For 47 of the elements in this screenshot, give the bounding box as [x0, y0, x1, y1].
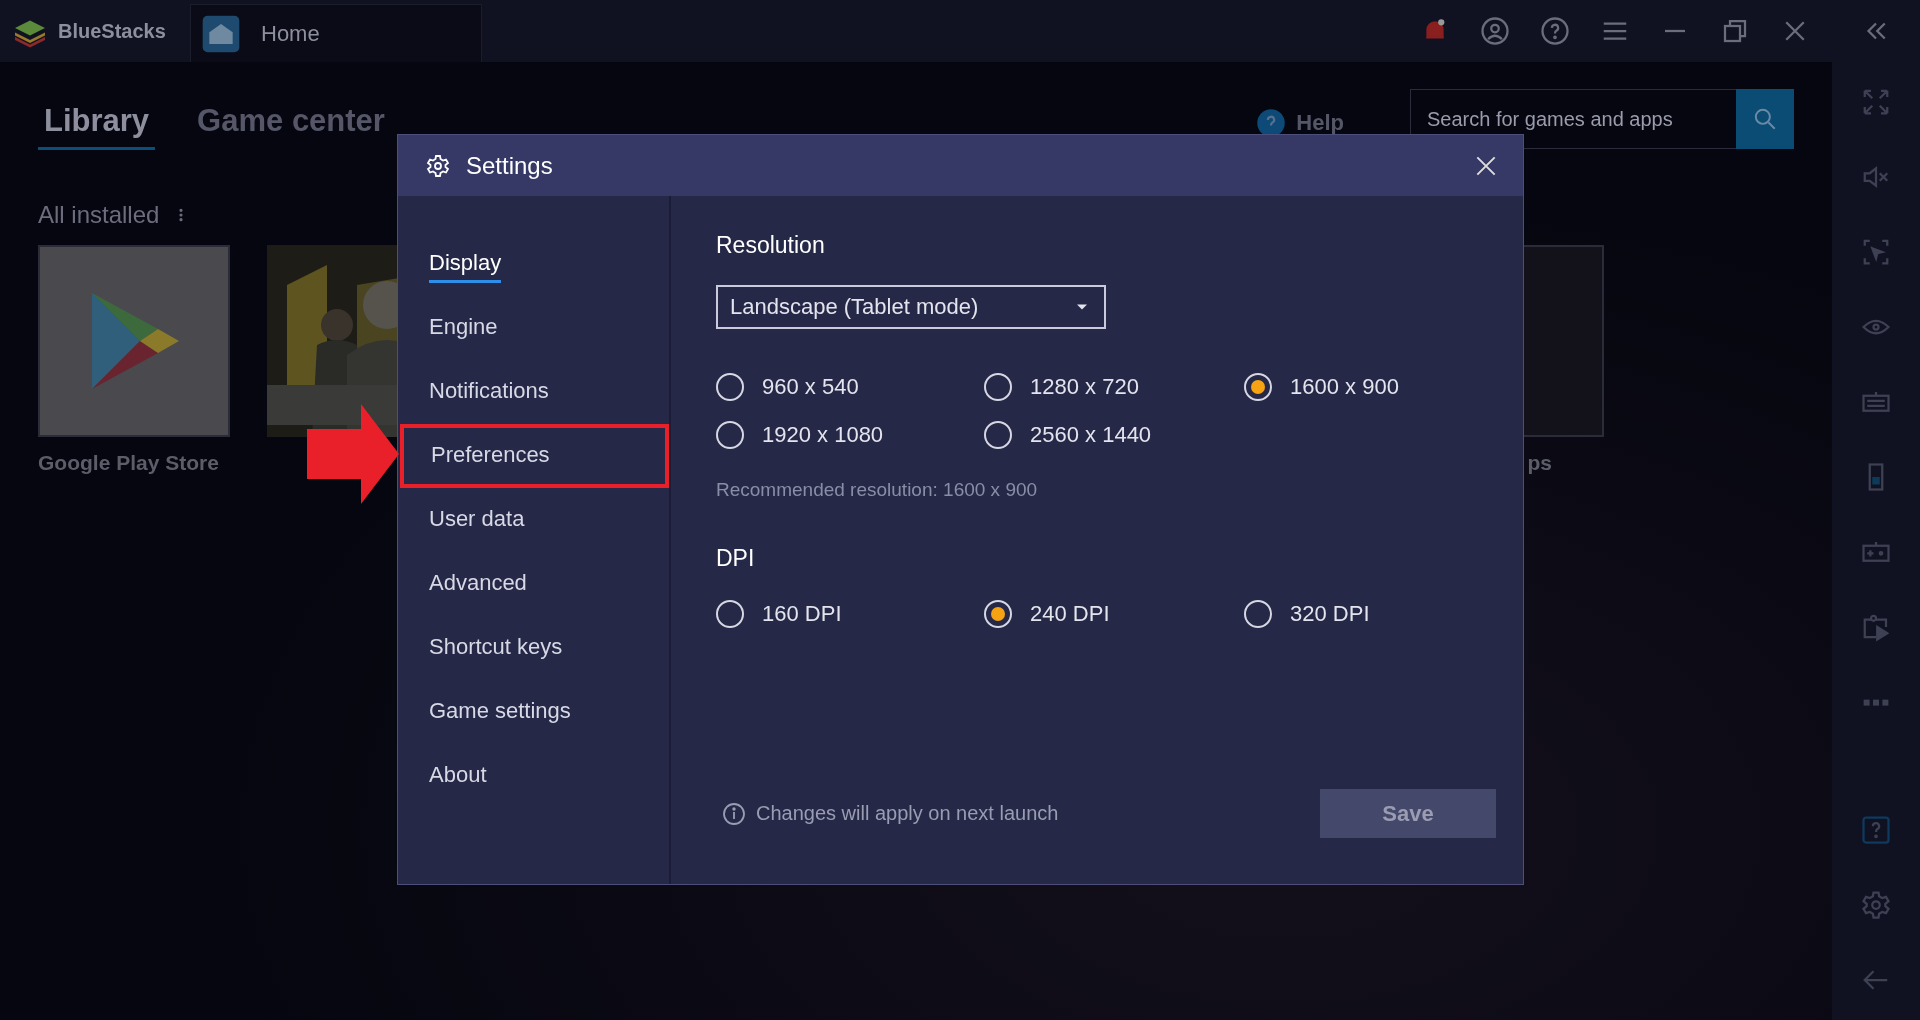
- radio-icon[interactable]: [1244, 373, 1272, 401]
- radio-option[interactable]: 1280 x 720: [984, 373, 1244, 401]
- gear-icon: [426, 153, 450, 178]
- nav-item[interactable]: Shortcut keys: [398, 616, 669, 680]
- radio-icon[interactable]: [1244, 600, 1272, 628]
- nav-item[interactable]: Notifications: [398, 360, 669, 424]
- search-button[interactable]: [1736, 89, 1794, 149]
- search-field[interactable]: Search for games and apps: [1410, 89, 1736, 149]
- radio-option[interactable]: 2560 x 1440: [984, 421, 1244, 449]
- radio-option[interactable]: 960 x 540: [716, 373, 984, 401]
- info-icon: [722, 801, 746, 826]
- radio-option[interactable]: 160 DPI: [716, 600, 984, 628]
- radio-icon[interactable]: [716, 421, 744, 449]
- library-tab[interactable]: Library: [38, 102, 156, 150]
- home-tab[interactable]: Home: [190, 4, 482, 62]
- radio-option[interactable]: 240 DPI: [984, 600, 1244, 628]
- nav-item[interactable]: About: [398, 744, 669, 808]
- hint-text: Recommended resolution: 1600 x 900: [716, 479, 1039, 501]
- section-heading: Resolution: [716, 232, 826, 259]
- nav-item[interactable]: Display: [398, 232, 669, 296]
- mode-dropdown[interactable]: Landscape (Tablet mode): [716, 285, 1106, 329]
- radio-icon[interactable]: [716, 600, 744, 628]
- section-title: All installed: [38, 201, 160, 229]
- house-icon: [201, 13, 241, 54]
- nav-item[interactable]: User data: [398, 488, 669, 552]
- radio-option[interactable]: 1600 x 900: [1244, 373, 1523, 401]
- radio-icon[interactable]: [984, 373, 1012, 401]
- search-icon: [1752, 106, 1778, 132]
- app-name: ps: [1526, 451, 1553, 475]
- help-icon[interactable]: [1540, 16, 1570, 46]
- radio-option[interactable]: 320 DPI: [1244, 600, 1523, 628]
- section-heading: DPI: [716, 545, 756, 572]
- account-icon[interactable]: [1480, 16, 1510, 46]
- arrow-icon: [307, 404, 399, 504]
- app-tile[interactable]: [38, 245, 230, 437]
- dialog-title: Settings: [466, 151, 553, 180]
- nav-item[interactable]: Engine: [398, 296, 669, 360]
- app-name: Google Play Store: [38, 451, 220, 475]
- radio-icon[interactable]: [716, 373, 744, 401]
- radio-option[interactable]: 1920 x 1080: [716, 421, 984, 449]
- radio-icon[interactable]: [984, 421, 1012, 449]
- app-name: BlueStacks: [58, 19, 166, 43]
- nav-item[interactable]: Advanced: [398, 552, 669, 616]
- nav-item[interactable]: Preferences: [400, 424, 669, 488]
- nav-item[interactable]: Game settings: [398, 680, 669, 744]
- note-text: Changes will apply on next launch: [756, 802, 1059, 825]
- radio-icon[interactable]: [984, 600, 1012, 628]
